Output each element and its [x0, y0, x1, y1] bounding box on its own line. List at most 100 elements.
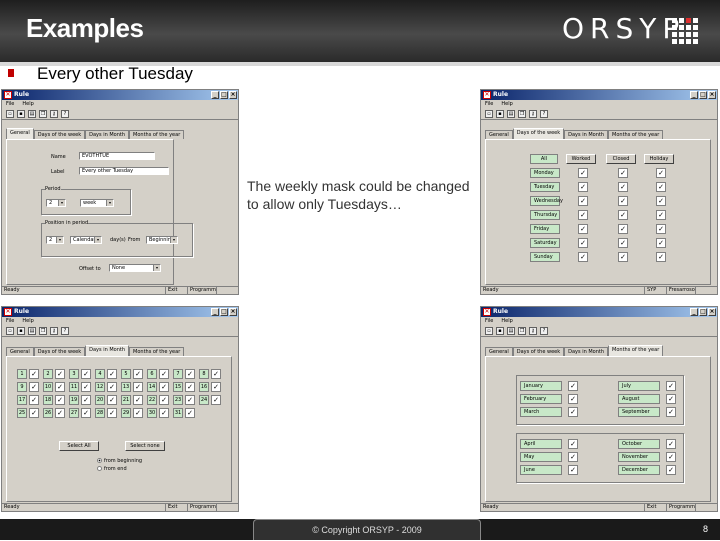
- day-25-button[interactable]: 25: [17, 408, 27, 418]
- period-number[interactable]: 2 ▾: [46, 199, 66, 207]
- day-8-checkbox[interactable]: ✓: [211, 369, 221, 379]
- checkbox-december[interactable]: ✓: [666, 465, 676, 475]
- month-july[interactable]: July: [618, 381, 660, 391]
- checkbox-sunday-closed[interactable]: ✓: [618, 252, 628, 262]
- checkbox-monday-holiday[interactable]: ✓: [656, 168, 666, 178]
- day-21-checkbox[interactable]: ✓: [133, 395, 143, 405]
- month-january[interactable]: January: [520, 381, 562, 391]
- save-icon[interactable]: ▪: [17, 327, 25, 335]
- radio-from-beginning[interactable]: from beginning: [97, 458, 142, 464]
- day-14-checkbox[interactable]: ✓: [159, 382, 169, 392]
- month-august[interactable]: August: [618, 394, 660, 404]
- checkbox-saturday-holiday[interactable]: ✓: [656, 238, 666, 248]
- day-4-checkbox[interactable]: ✓: [107, 369, 117, 379]
- checkbox-thursday-closed[interactable]: ✓: [618, 210, 628, 220]
- tab-general[interactable]: General: [485, 347, 513, 356]
- checkbox-february[interactable]: ✓: [568, 394, 578, 404]
- chevron-down-icon[interactable]: ▾: [94, 237, 101, 243]
- day-7-checkbox[interactable]: ✓: [185, 369, 195, 379]
- day-27-checkbox[interactable]: ✓: [81, 408, 91, 418]
- day-9-button[interactable]: 9: [17, 382, 27, 392]
- copy-icon[interactable]: ❐: [518, 327, 526, 335]
- day-16-checkbox[interactable]: ✓: [211, 382, 221, 392]
- minimize-button[interactable]: _: [211, 308, 219, 316]
- day-29-checkbox[interactable]: ✓: [133, 408, 143, 418]
- day-27-button[interactable]: 27: [69, 408, 79, 418]
- checkbox-monday-closed[interactable]: ✓: [618, 168, 628, 178]
- day-9-checkbox[interactable]: ✓: [29, 382, 39, 392]
- select-none-button[interactable]: Select none: [125, 441, 165, 451]
- day-6-button[interactable]: 6: [147, 369, 157, 379]
- tab-days-in-month[interactable]: Days in Month: [564, 347, 609, 356]
- maximize-button[interactable]: □: [699, 308, 707, 316]
- day-2-checkbox[interactable]: ✓: [55, 369, 65, 379]
- menu-help[interactable]: Help: [22, 100, 33, 108]
- day-20-button[interactable]: 20: [95, 395, 105, 405]
- save-icon[interactable]: ▪: [17, 110, 25, 118]
- checkbox-march[interactable]: ✓: [568, 407, 578, 417]
- month-november[interactable]: November: [618, 452, 660, 462]
- checkbox-thursday-worked[interactable]: ✓: [578, 210, 588, 220]
- close-button[interactable]: ×: [708, 91, 716, 99]
- day-18-checkbox[interactable]: ✓: [55, 395, 65, 405]
- day-19-checkbox[interactable]: ✓: [81, 395, 91, 405]
- day-saturday[interactable]: Saturday: [530, 238, 560, 248]
- close-button[interactable]: ×: [229, 91, 237, 99]
- day-30-checkbox[interactable]: ✓: [159, 408, 169, 418]
- day-31-checkbox[interactable]: ✓: [185, 408, 195, 418]
- day-3-button[interactable]: 3: [69, 369, 79, 379]
- day-31-button[interactable]: 31: [173, 408, 183, 418]
- minimize-button[interactable]: _: [690, 308, 698, 316]
- day-15-button[interactable]: 15: [173, 382, 183, 392]
- print-icon[interactable]: ▤: [28, 110, 36, 118]
- day-5-checkbox[interactable]: ✓: [133, 369, 143, 379]
- checkbox-september[interactable]: ✓: [666, 407, 676, 417]
- checkbox-january[interactable]: ✓: [568, 381, 578, 391]
- menu-file[interactable]: File: [485, 100, 493, 108]
- close-button[interactable]: ×: [708, 308, 716, 316]
- day-4-button[interactable]: 4: [95, 369, 105, 379]
- day-1-checkbox[interactable]: ✓: [29, 369, 39, 379]
- new-icon[interactable]: ▫: [485, 327, 493, 335]
- tab-general[interactable]: General: [485, 130, 513, 139]
- new-icon[interactable]: ▫: [6, 110, 14, 118]
- position-unit-select[interactable]: Calendar ▾: [70, 236, 102, 244]
- day-tuesday[interactable]: Tuesday: [530, 182, 560, 192]
- day-23-button[interactable]: 23: [173, 395, 183, 405]
- menu-file[interactable]: File: [6, 100, 14, 108]
- day-10-checkbox[interactable]: ✓: [55, 382, 65, 392]
- copy-icon[interactable]: ❐: [39, 110, 47, 118]
- day-6-checkbox[interactable]: ✓: [159, 369, 169, 379]
- spin-icon[interactable]: ▾: [58, 200, 65, 206]
- day-thursday[interactable]: Thursday: [530, 210, 560, 220]
- checkbox-wednesday-holiday[interactable]: ✓: [656, 196, 666, 206]
- day-14-button[interactable]: 14: [147, 382, 157, 392]
- month-september[interactable]: September: [618, 407, 660, 417]
- day-1-button[interactable]: 1: [17, 369, 27, 379]
- checkbox-thursday-holiday[interactable]: ✓: [656, 210, 666, 220]
- day-26-checkbox[interactable]: ✓: [55, 408, 65, 418]
- day-24-checkbox[interactable]: ✓: [211, 395, 221, 405]
- day-7-button[interactable]: 7: [173, 369, 183, 379]
- checkbox-saturday-closed[interactable]: ✓: [618, 238, 628, 248]
- day-22-button[interactable]: 22: [147, 395, 157, 405]
- day-12-button[interactable]: 12: [95, 382, 105, 392]
- checkbox-sunday-worked[interactable]: ✓: [578, 252, 588, 262]
- menu-help[interactable]: Help: [501, 317, 512, 325]
- checkbox-june[interactable]: ✓: [568, 465, 578, 475]
- month-march[interactable]: March: [520, 407, 562, 417]
- day-28-button[interactable]: 28: [95, 408, 105, 418]
- checkbox-tuesday-holiday[interactable]: ✓: [656, 182, 666, 192]
- minimize-button[interactable]: _: [211, 91, 219, 99]
- day-8-button[interactable]: 8: [199, 369, 209, 379]
- checkbox-tuesday-closed[interactable]: ✓: [618, 182, 628, 192]
- chevron-down-icon[interactable]: ▾: [106, 200, 113, 206]
- day-wednesday[interactable]: Wednesday: [530, 196, 563, 206]
- day-23-checkbox[interactable]: ✓: [185, 395, 195, 405]
- month-february[interactable]: February: [520, 394, 562, 404]
- checkbox-wednesday-worked[interactable]: ✓: [578, 196, 588, 206]
- month-may[interactable]: May: [520, 452, 562, 462]
- help-icon[interactable]: ?: [61, 110, 69, 118]
- offset-select[interactable]: None ▾: [109, 264, 161, 272]
- day-18-button[interactable]: 18: [43, 395, 53, 405]
